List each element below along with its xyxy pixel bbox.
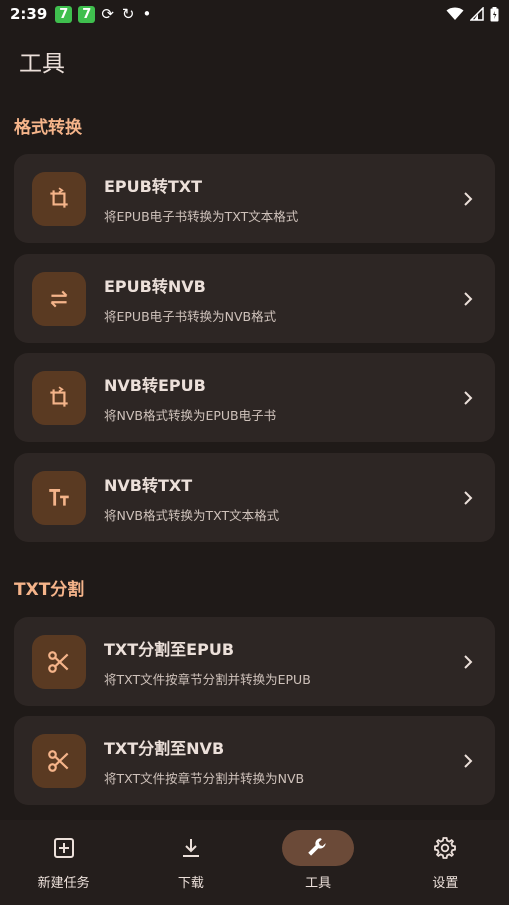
nav-item-new-task[interactable]: 新建任务 [0,820,127,905]
card-subtitle: 将TXT文件按章节分割并转换为EPUB [104,671,311,687]
card-subtitle: 将EPUB电子书转换为TXT文本格式 [104,208,299,224]
tool-card-nvb-to-txt[interactable]: NVB转TXT 将NVB格式转换为TXT文本格式 [14,453,495,542]
notification-badge-1: 7 [55,5,73,23]
swap-arrows-icon [32,271,86,326]
chevron-right-icon [463,291,473,307]
wrench-icon [308,838,326,856]
tool-card-nvb-to-epub[interactable]: NVB转EPUB 将NVB格式转换为EPUB电子书 [14,353,495,442]
download-icon [182,839,199,857]
tool-card-txt-split-to-nvb[interactable]: TXT分割至NVB 将TXT文件按章节分割并转换为NVB [14,716,495,805]
dot-icon: • [142,5,152,23]
card-title: TXT分割至NVB [104,738,225,758]
card-title: NVB转EPUB [104,375,206,395]
status-time: 2:39 [10,5,48,23]
chevron-right-icon [463,490,473,506]
section-title-txt-split: TXT分割 [14,580,85,600]
card-subtitle: 将TXT文件按章节分割并转换为NVB [104,770,305,786]
nav-label: 新建任务 [37,876,90,891]
nav-item-tools[interactable]: 工具 [255,820,382,905]
chevron-right-icon [463,654,473,670]
tool-card-epub-to-txt[interactable]: EPUB转TXT 将EPUB电子书转换为TXT文本格式 [14,154,495,243]
add-box-icon [53,838,74,858]
page-title: 工具 [19,51,65,77]
nav-item-settings[interactable]: 设置 [382,820,509,905]
scissors-icon [32,634,86,689]
tool-card-txt-split-to-epub[interactable]: TXT分割至EPUB 将TXT文件按章节分割并转换为EPUB [14,617,495,706]
nav-label: 设置 [432,876,459,891]
tool-card-epub-to-nvb[interactable]: EPUB转NVB 将EPUB电子书转换为NVB格式 [14,254,495,343]
crop-rotate-icon [32,370,86,425]
card-subtitle: 将EPUB电子书转换为NVB格式 [104,308,277,324]
sync-icon: ⟳ [101,5,114,23]
card-subtitle: 将NVB格式转换为TXT文本格式 [104,507,280,523]
chevron-right-icon [463,753,473,769]
card-title: NVB转TXT [104,475,193,495]
bottom-navigation: 新建任务 下载 工具 设置 [0,820,509,905]
text-size-icon [32,470,86,525]
scissors-icon [32,733,86,788]
signal-icon [470,7,484,21]
status-bar: 2:39 7 7 ⟳ ↻ • [0,0,509,28]
gear-icon [434,837,457,859]
notification-badge-2: 7 [78,5,96,23]
battery-icon [490,6,499,21]
chevron-right-icon [463,390,473,406]
wifi-icon [446,7,464,20]
nav-label: 下载 [177,876,204,891]
nav-label: 工具 [305,876,332,891]
card-title: EPUB转TXT [104,176,203,196]
nav-item-download[interactable]: 下载 [127,820,254,905]
chevron-right-icon [463,191,473,207]
crop-rotate-icon [32,171,86,226]
card-title: EPUB转NVB [104,276,206,296]
card-subtitle: 将NVB格式转换为EPUB电子书 [104,407,277,423]
section-title-format-conversion: 格式转换 [14,118,82,138]
card-title: TXT分割至EPUB [104,639,235,659]
sync-check-icon: ↻ [121,5,135,23]
